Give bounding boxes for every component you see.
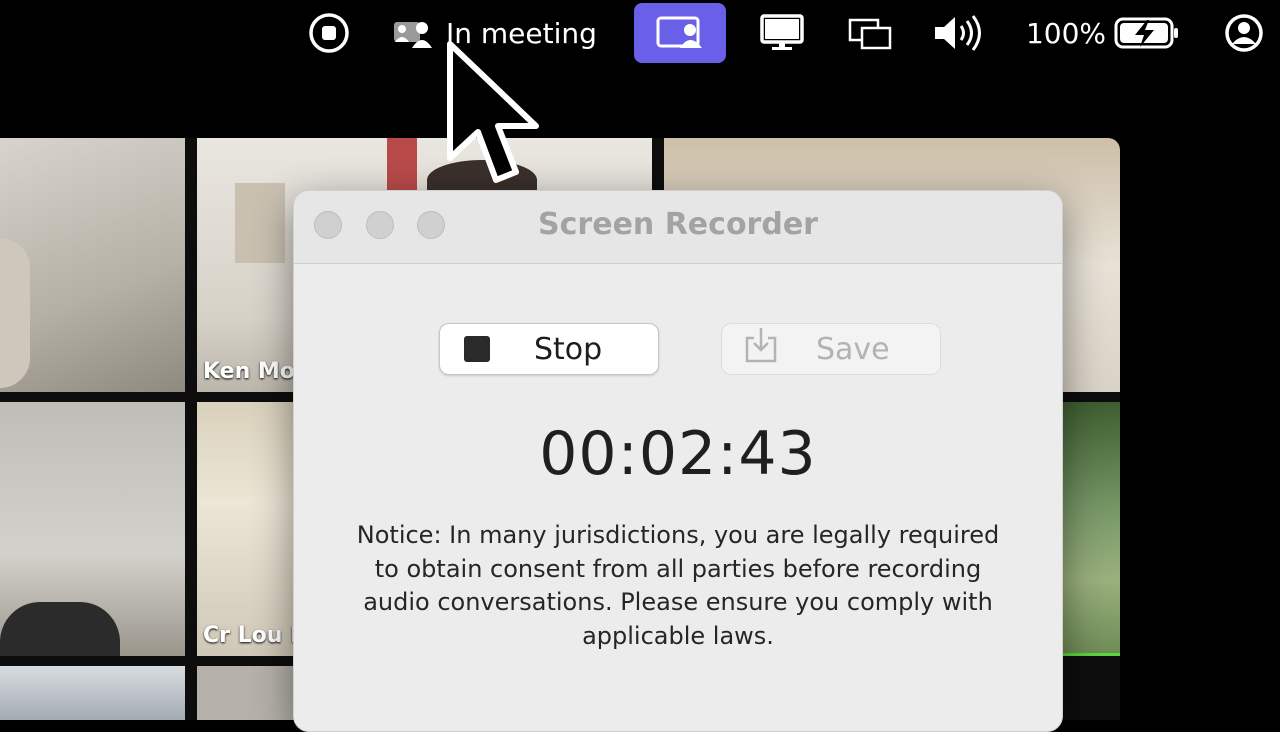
screen-recorder-window: Screen Recorder Stop Save 00:02:43 Notic… (293, 190, 1063, 732)
window-title: Screen Recorder (538, 207, 818, 242)
video-tile[interactable] (0, 138, 185, 392)
stop-button[interactable]: Stop (439, 323, 659, 375)
window-titlebar[interactable]: Screen Recorder (294, 191, 1062, 264)
battery-charging-icon[interactable] (1112, 0, 1182, 66)
video-tile[interactable] (1062, 402, 1120, 656)
save-button[interactable]: Save (721, 323, 941, 375)
screen-share-icon (656, 16, 706, 54)
video-tile[interactable] (0, 666, 185, 720)
legal-notice: Notice: In many jurisdictions, you are l… (356, 521, 1000, 650)
stop-button-label: Stop (534, 331, 603, 367)
video-tile[interactable] (0, 402, 185, 656)
meeting-people-icon (390, 16, 436, 50)
mirror-display-icon[interactable] (846, 0, 894, 66)
menu-bar: In meeting 100% (0, 0, 1280, 70)
volume-icon[interactable] (930, 0, 988, 66)
screen-share-button[interactable] (634, 3, 726, 63)
user-account-icon[interactable] (1222, 0, 1266, 66)
display-icon[interactable] (756, 0, 808, 66)
recording-timer: 00:02:43 (539, 419, 817, 489)
download-icon (744, 326, 778, 372)
participant-name: Ken Mor (203, 359, 306, 384)
battery-percent: 100% (1025, 16, 1107, 50)
participant-name: Cr Lou B (203, 623, 307, 648)
save-button-label: Save (816, 331, 890, 367)
stop-record-icon[interactable] (306, 0, 352, 66)
mouse-cursor-icon (446, 40, 540, 190)
stop-icon (464, 336, 490, 362)
